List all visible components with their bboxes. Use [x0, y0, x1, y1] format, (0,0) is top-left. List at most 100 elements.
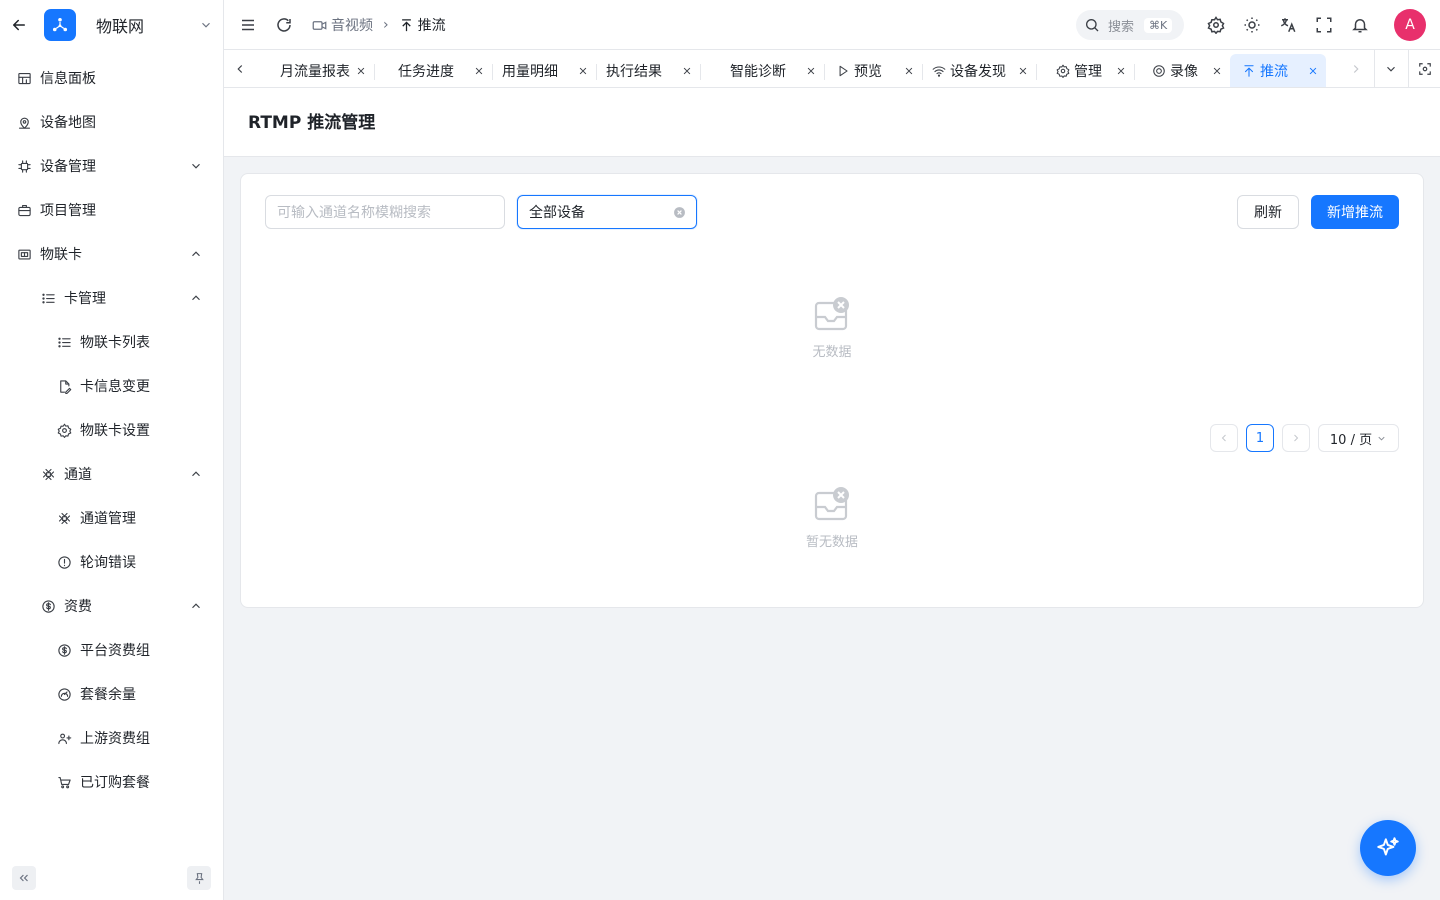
- channel-search-input[interactable]: 可输入通道名称模糊搜索: [265, 195, 505, 229]
- tab-7[interactable]: 管理: [1046, 54, 1134, 87]
- sidebar-item-label: 通道: [64, 467, 92, 483]
- close-icon[interactable]: [578, 66, 588, 76]
- chevron-down-icon[interactable]: [199, 18, 213, 32]
- close-icon[interactable]: [356, 66, 366, 76]
- close-icon[interactable]: [1018, 66, 1028, 76]
- sidebar-item-4[interactable]: 物联卡: [0, 232, 223, 276]
- tab-separator: [1036, 64, 1037, 80]
- list-icon: [57, 337, 71, 347]
- sidebar-item-1[interactable]: 设备地图: [0, 100, 223, 144]
- settings-gear-icon[interactable]: [1207, 16, 1225, 34]
- map-pin-icon-wrap: [16, 114, 32, 130]
- chevron-up-icon: [192, 603, 200, 609]
- sidebar-item-label: 信息面板: [40, 71, 96, 87]
- sidebar-item-0[interactable]: 信息面板: [0, 56, 223, 100]
- sidebar-item-16[interactable]: 已订购套餐: [0, 760, 223, 804]
- chevron-down-icon: [1378, 436, 1385, 441]
- tab-maximize-button[interactable]: [1408, 50, 1440, 87]
- sparkle-icon: [1377, 837, 1399, 856]
- sidebar-item-2[interactable]: 设备管理: [0, 144, 223, 188]
- channel-icon: [58, 512, 70, 524]
- pagination-next-button[interactable]: [1282, 424, 1310, 452]
- channel-icon: [42, 468, 54, 480]
- add-stream-button[interactable]: 新增推流: [1311, 195, 1399, 229]
- close-icon[interactable]: [682, 66, 692, 76]
- tab-8[interactable]: 录像: [1142, 54, 1230, 87]
- tab-4[interactable]: 智能诊断: [720, 54, 824, 87]
- global-search[interactable]: 搜索 ⌘K: [1076, 10, 1184, 40]
- tab-1[interactable]: 任务进度: [388, 54, 492, 87]
- tab-0[interactable]: 月流量报表: [270, 54, 374, 87]
- close-icon[interactable]: [1212, 66, 1222, 76]
- sidebar-item-5[interactable]: 卡管理: [0, 276, 223, 320]
- tab-9[interactable]: 推流: [1230, 54, 1326, 87]
- sun-icon[interactable]: [1243, 16, 1261, 34]
- tab-label: 推流: [1260, 63, 1288, 80]
- sidebar-item-6[interactable]: 物联卡列表: [0, 320, 223, 364]
- sidebar-item-7[interactable]: 卡信息变更: [0, 364, 223, 408]
- sidebar-item-label: 通道管理: [80, 511, 136, 527]
- back-arrow-icon[interactable]: [10, 16, 28, 34]
- double-chevron-left-icon: [19, 874, 28, 882]
- close-icon[interactable]: [1116, 66, 1126, 76]
- collapse-sidebar-button[interactable]: [12, 866, 36, 890]
- upload-icon-wrap: [1242, 64, 1256, 78]
- app-title[interactable]: 物联网: [96, 13, 199, 37]
- sidebar-item-12[interactable]: 资费: [0, 584, 223, 628]
- tab-menu-button[interactable]: [1374, 50, 1406, 87]
- tab-separator: [824, 64, 825, 80]
- record-icon: [1153, 64, 1165, 77]
- pagination-page-1[interactable]: 1: [1246, 424, 1274, 452]
- list-icon-wrap: [56, 334, 72, 350]
- menu-toggle-icon[interactable]: [239, 16, 257, 34]
- clear-icon[interactable]: [673, 206, 686, 219]
- sidebar-item-3[interactable]: 项目管理: [0, 188, 223, 232]
- wifi-icon-wrap: [932, 64, 946, 78]
- briefcase-icon: [17, 204, 31, 216]
- sidebar-item-10[interactable]: 通道管理: [0, 496, 223, 540]
- tab-2[interactable]: 用量明细: [492, 54, 596, 87]
- user-avatar[interactable]: A: [1394, 9, 1426, 41]
- pin-sidebar-button[interactable]: [187, 866, 211, 890]
- sidebar-item-label: 物联卡设置: [80, 423, 150, 439]
- fullscreen-icon[interactable]: [1315, 16, 1333, 34]
- sidebar-item-label: 物联卡列表: [80, 335, 150, 351]
- refresh-icon[interactable]: [275, 16, 293, 34]
- ai-assistant-button[interactable]: [1360, 820, 1416, 876]
- play-icon-wrap: [836, 64, 850, 78]
- device-select[interactable]: 全部设备: [517, 195, 697, 229]
- tab-6[interactable]: 设备发现: [922, 54, 1036, 87]
- sidebar-item-14[interactable]: 套餐余量: [0, 672, 223, 716]
- sidebar-item-9[interactable]: 通道: [0, 452, 223, 496]
- record-icon-wrap: [1152, 64, 1166, 78]
- list-icon: [41, 293, 55, 303]
- close-icon[interactable]: [1308, 66, 1318, 76]
- stream-list-card: 可输入通道名称模糊搜索 全部设备 刷新 新增推流 无数据 1 10 / 页 暂无…: [240, 173, 1424, 608]
- bell-icon[interactable]: [1351, 16, 1369, 34]
- tab-3[interactable]: 执行结果: [596, 54, 700, 87]
- sidebar-item-8[interactable]: 物联卡设置: [0, 408, 223, 452]
- empty-text: 暂无数据: [805, 535, 858, 550]
- sidebar-item-11[interactable]: 轮询错误: [0, 540, 223, 584]
- briefcase-icon-wrap: [16, 202, 32, 218]
- sidebar-item-label: 项目管理: [40, 203, 96, 219]
- refresh-button[interactable]: 刷新: [1237, 195, 1299, 229]
- file-edit-icon-wrap: [56, 378, 72, 394]
- sidebar-item-13[interactable]: 平台资费组: [0, 628, 223, 672]
- page-size-select[interactable]: 10 / 页: [1318, 424, 1399, 452]
- search-icon: [1086, 19, 1099, 32]
- tab-5[interactable]: 预览: [826, 54, 922, 87]
- close-icon[interactable]: [904, 66, 914, 76]
- breadcrumb-item-push[interactable]: 推流: [399, 15, 446, 35]
- pagination-prev-button[interactable]: [1210, 424, 1238, 452]
- sidebar-item-15[interactable]: 上游资费组: [0, 716, 223, 760]
- gear-icon-wrap: [56, 422, 72, 438]
- tab-scroll-right-button[interactable]: [1340, 50, 1372, 87]
- play-icon: [839, 65, 848, 76]
- chevron-up-icon: [192, 251, 200, 257]
- close-icon[interactable]: [474, 66, 484, 76]
- tab-scroll-left-button[interactable]: [224, 50, 256, 87]
- breadcrumb-item-video[interactable]: 音视频: [312, 15, 373, 35]
- close-icon[interactable]: [806, 66, 816, 76]
- translate-icon[interactable]: [1279, 16, 1297, 34]
